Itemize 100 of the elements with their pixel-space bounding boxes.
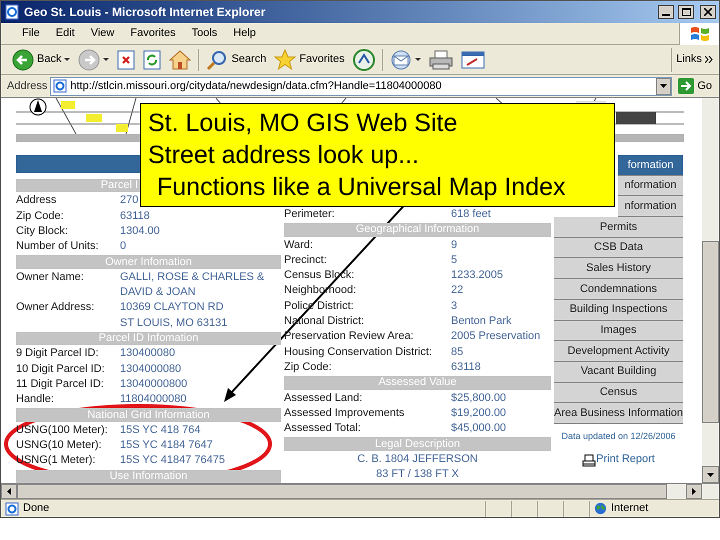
nav-item[interactable]: CSB Data <box>554 238 684 258</box>
search-button[interactable]: Search <box>203 46 270 72</box>
field-label: Perimeter: <box>284 207 336 222</box>
document-x-icon <box>117 50 136 70</box>
nav-item[interactable]: Images <box>554 320 684 342</box>
section-header: Parcel ID Infomation <box>16 332 281 346</box>
field-label: USNG(100 Meter): <box>16 422 109 438</box>
field-label: 10 Digit Parcel ID: <box>16 362 106 377</box>
field-value: 11804000080 <box>120 392 186 408</box>
media-icon <box>352 48 375 70</box>
status-text: Done <box>23 501 50 516</box>
scroll-right-button[interactable] <box>686 484 702 499</box>
nav-item[interactable]: Vacant Building <box>554 362 684 383</box>
menu-item[interactable]: View <box>84 25 122 42</box>
field-value: 1304.00 <box>120 224 160 239</box>
flag-icon <box>690 24 710 42</box>
field-value: 270 <box>120 193 138 208</box>
field-value: ST LOUIS, MO 63131 <box>120 316 228 331</box>
window-pen-icon <box>460 50 485 70</box>
field-value: 15S YC 41847 76475 <box>120 453 225 468</box>
field-value: 13040000800 <box>120 376 188 392</box>
scroll-thumb[interactable] <box>702 241 719 423</box>
refresh-icon <box>143 50 162 70</box>
nav-item[interactable]: formation <box>618 155 684 176</box>
scroll-down-button[interactable] <box>702 466 719 483</box>
field-label: Address <box>16 193 58 208</box>
field-value: 0 <box>120 239 126 254</box>
nav-item[interactable]: Area Business Information <box>554 403 684 424</box>
nav-item[interactable]: Development Activity <box>554 341 684 362</box>
field-label: Handle: <box>16 392 55 408</box>
scroll-thumb[interactable] <box>17 484 667 499</box>
field-value: 63118 <box>120 208 150 224</box>
nav-item[interactable]: Census <box>554 382 684 404</box>
address-label: Address <box>7 78 48 94</box>
update-note: Data updated on 12/26/2006 <box>560 430 677 443</box>
field-value: 5 <box>451 252 458 268</box>
caret-icon <box>692 488 696 495</box>
section-header: Owner Infomation <box>16 255 281 269</box>
address-field[interactable]: http://stlcin.missouri.org/citydata/newdesign/data.cfm?Handle=11804000080 <box>50 76 672 96</box>
field-value: 85 <box>451 344 464 360</box>
close-button[interactable] <box>700 5 716 19</box>
nav-item[interactable]: Condemnations <box>554 279 684 300</box>
caret-icon <box>64 58 70 61</box>
minimize-button[interactable] <box>658 5 674 19</box>
page-icon <box>53 79 68 93</box>
dropdown-button[interactable] <box>656 78 672 94</box>
menu-item[interactable]: File <box>15 25 47 42</box>
menu-item[interactable]: Tools <box>184 25 224 42</box>
field-label: 11 Digit Parcel ID: <box>16 376 105 392</box>
vertical-scrollbar[interactable] <box>702 98 719 483</box>
field-label: Number of Units: <box>16 239 100 254</box>
field-label: Preservation Review Area: <box>284 329 415 344</box>
field-value: 10369 CLAYTON RD <box>120 300 225 316</box>
print-report-link[interactable]: Print Report <box>582 451 655 468</box>
field-value: 15S YC 418 764 <box>120 422 201 438</box>
menu-item[interactable]: Favorites <box>123 25 183 42</box>
field-value: 2005 Preservation <box>451 329 540 344</box>
nav-item[interactable]: Permits <box>554 217 684 238</box>
field-label: Zip Code: <box>284 360 333 375</box>
field-value: DAVID & JOAN <box>120 285 197 300</box>
menu-item[interactable]: Help <box>226 25 263 42</box>
horizontal-scrollbar[interactable] <box>1 483 719 499</box>
scroll-left-button[interactable] <box>1 484 17 499</box>
field-label: Assessed Land: <box>284 390 364 406</box>
maximize-button[interactable] <box>678 5 694 19</box>
field-label: Precinct: <box>284 252 328 268</box>
nav-item[interactable]: Building Inspections <box>554 300 684 320</box>
field-label: City Block: <box>16 224 69 239</box>
window-title: Geo St. Louis - Microsoft Internet Explorer <box>24 4 266 21</box>
back-button[interactable]: Back <box>9 46 74 72</box>
section-header: Use Information <box>16 470 281 483</box>
section-header: Geographical Information <box>284 223 551 237</box>
field-label: Owner Name: <box>16 270 85 285</box>
page-icon <box>4 4 20 20</box>
field-label: Assessed Improvements <box>284 406 406 421</box>
nav-item[interactable]: nformation <box>618 196 684 218</box>
section-header: Legal Description <box>284 437 551 451</box>
caret-icon <box>660 84 668 88</box>
printer-icon <box>428 50 453 70</box>
field-label: Zip Code: <box>16 208 65 224</box>
globe-icon <box>594 502 607 515</box>
go-button[interactable]: Go <box>675 78 715 94</box>
field-value: GALLI, ROSE & CHARLES & <box>120 270 264 285</box>
envelope-icon <box>390 50 412 70</box>
caret-icon <box>414 58 421 61</box>
close-icon <box>704 8 712 16</box>
search-icon <box>206 48 228 70</box>
maximize-icon <box>682 8 690 16</box>
nav-item[interactable]: Sales History <box>554 258 684 280</box>
caret-icon <box>103 58 110 61</box>
nav-item[interactable]: nformation <box>618 176 684 196</box>
links-button[interactable]: Links <box>671 48 719 72</box>
menu-item[interactable]: Edit <box>48 25 82 42</box>
field-value: 3 <box>451 298 458 314</box>
field-value: 63118 <box>451 360 481 375</box>
right-arrow-icon <box>678 78 694 94</box>
legal-text: C. B. 1804 JEFFERSON <box>357 452 478 467</box>
favorites-button[interactable]: Favorites <box>271 46 348 72</box>
star-icon <box>274 48 296 70</box>
field-value: 1304000080 <box>120 362 182 377</box>
